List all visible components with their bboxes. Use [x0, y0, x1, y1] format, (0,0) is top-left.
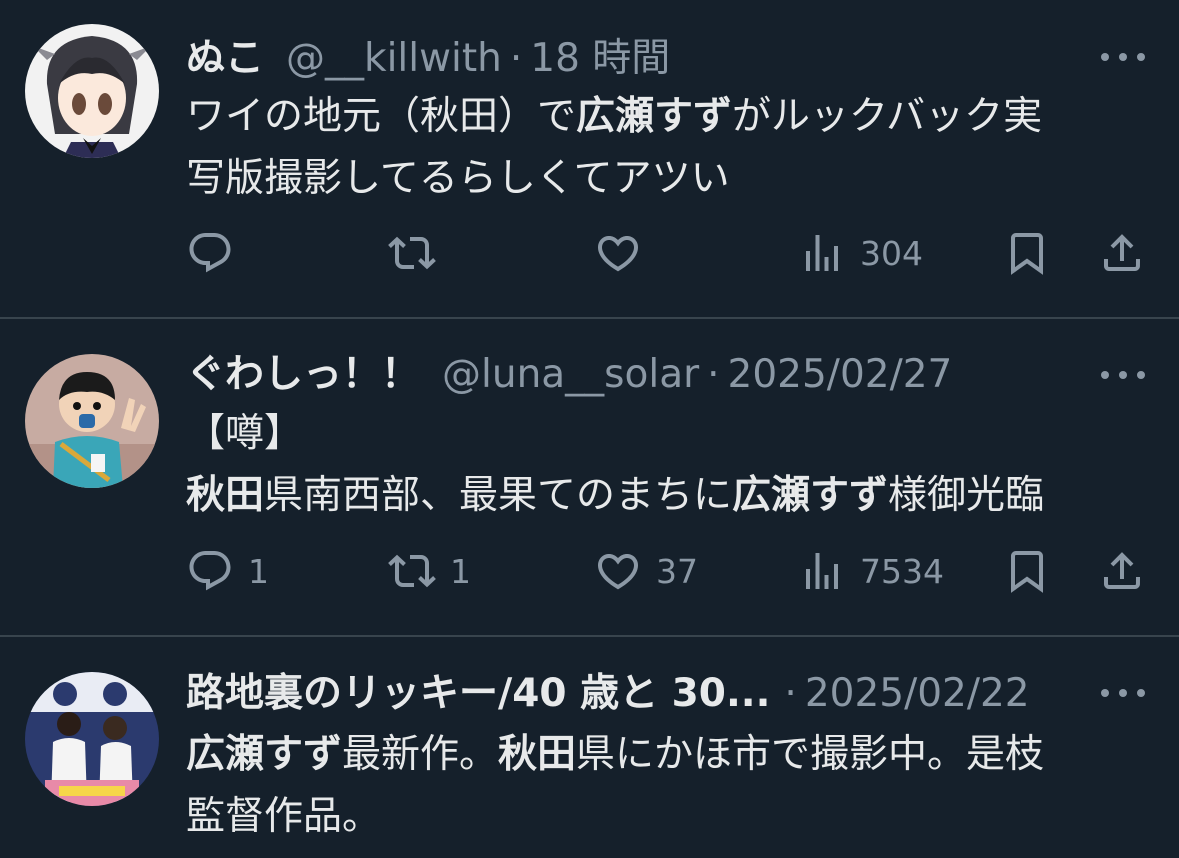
reply-icon [186, 229, 234, 277]
like-button[interactable]: 37 [594, 547, 698, 595]
display-name[interactable]: 路地裏のリッキー/40 歳と 30... [186, 668, 770, 720]
retweet-count: 1 [450, 551, 471, 591]
separator-dot: · [784, 671, 797, 716]
like-icon [594, 547, 642, 595]
timestamp[interactable]: 18 時間 [530, 33, 670, 85]
text-line: 監督作品。 [186, 794, 382, 839]
text-line: 【噂】 [186, 411, 304, 456]
display-name[interactable]: ぬこ [186, 33, 264, 85]
avatar[interactable] [25, 672, 159, 806]
share-icon [1098, 547, 1146, 595]
share-button[interactable] [1098, 547, 1146, 595]
more-icon[interactable] [1101, 678, 1145, 708]
reply-count: 1 [248, 551, 269, 591]
highlighted-term: 秋田 [186, 473, 265, 518]
views-button[interactable]: 304 [798, 229, 923, 277]
avatar[interactable] [25, 354, 159, 488]
highlighted-term: 広瀬すず [186, 732, 343, 777]
views-icon [798, 229, 846, 277]
like-icon [594, 229, 642, 277]
separator-dot: · [509, 36, 523, 81]
timestamp[interactable]: 2025/02/27 [728, 349, 953, 401]
text-line: ワイの地元（秋田）で広瀬すずがルックバック実 [186, 94, 1043, 139]
share-button[interactable] [1098, 229, 1146, 277]
tweet-text: 広瀬すず最新作。秋田県にかほ市で撮影中。是枝 監督作品。 [186, 724, 1146, 848]
views-icon [798, 547, 846, 595]
bookmark-button[interactable] [1003, 229, 1051, 277]
reply-icon [186, 547, 234, 595]
highlighted-term: 秋田 [498, 732, 577, 777]
like-button[interactable] [594, 229, 656, 277]
retweet-button[interactable]: 1 [388, 547, 471, 595]
user-handle[interactable]: @luna__solar [442, 349, 699, 401]
retweet-button[interactable] [388, 229, 450, 277]
views-button[interactable]: 7534 [798, 547, 944, 595]
views-count: 304 [860, 233, 923, 273]
retweet-icon [388, 229, 436, 277]
more-icon[interactable] [1101, 360, 1145, 390]
highlighted-term: 広瀬すず [576, 94, 733, 139]
retweet-icon [388, 547, 436, 595]
display-name[interactable]: ぐわしっ！！ [186, 349, 420, 401]
tweet-text: 【噂】 秋田県南西部、最果てのまちに広瀬すず様御光臨 [186, 403, 1146, 527]
avatar[interactable] [25, 24, 159, 158]
separator-dot: · [707, 352, 720, 397]
reply-button[interactable]: 1 [186, 547, 269, 595]
tweet-card[interactable]: ぐわしっ！！ @luna__solar · 2025/02/27 【噂】 秋田県… [0, 319, 1179, 637]
text-line: 広瀬すず最新作。秋田県にかほ市で撮影中。是枝 [186, 732, 1045, 777]
tweet-text: ワイの地元（秋田）で広瀬すずがルックバック実 写版撮影してるらしくてアツい [186, 86, 1146, 210]
highlighted-term: 広瀬すず [732, 473, 889, 518]
tweet-card[interactable]: 路地裏のリッキー/40 歳と 30... · 2025/02/22 広瀬すず最新… [0, 637, 1179, 858]
bookmark-icon [1003, 547, 1051, 595]
bookmark-button[interactable] [1003, 547, 1051, 595]
action-bar: 304 [186, 229, 1146, 277]
views-count: 7534 [860, 551, 944, 591]
tweet-card[interactable]: ぬこ @__killwith · 18 時間 ワイの地元（秋田）で広瀬すずがルッ… [0, 0, 1179, 319]
text-line: 秋田県南西部、最果てのまちに広瀬すず様御光臨 [186, 473, 1045, 518]
text-line: 写版撮影してるらしくてアツい [186, 156, 730, 201]
like-count: 37 [656, 551, 698, 591]
action-bar: 1 1 37 7534 [186, 547, 1146, 595]
share-icon [1098, 229, 1146, 277]
user-handle[interactable]: @__killwith [286, 33, 502, 85]
reply-button[interactable] [186, 229, 248, 277]
bookmark-icon [1003, 229, 1051, 277]
more-icon[interactable] [1101, 42, 1145, 72]
timestamp[interactable]: 2025/02/22 [805, 668, 1030, 720]
